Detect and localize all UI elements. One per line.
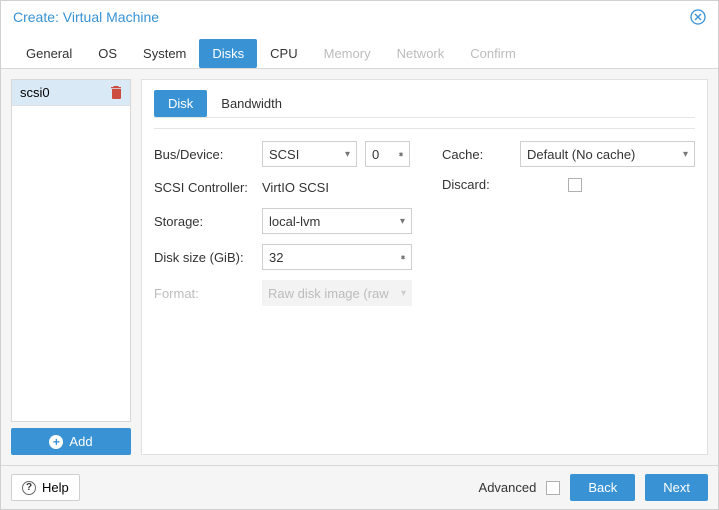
help-icon: ? — [22, 481, 36, 495]
tab-disks[interactable]: Disks — [199, 39, 257, 68]
add-button-label: Add — [69, 434, 92, 449]
tab-confirm: Confirm — [457, 39, 529, 68]
storage-select[interactable]: local-lvm ▾ — [262, 208, 412, 234]
discard-label: Discard: — [442, 177, 512, 192]
cache-value: Default (No cache) — [527, 147, 635, 162]
tab-network: Network — [384, 39, 458, 68]
bus-label: Bus/Device: — [154, 147, 254, 162]
storage-label: Storage: — [154, 214, 254, 229]
chevron-down-icon: ▾ — [345, 149, 350, 160]
plus-icon: + — [49, 435, 63, 449]
storage-value: local-lvm — [269, 214, 320, 229]
chevron-down-icon: ▾ — [400, 216, 405, 227]
chevron-down-icon: ▾ — [401, 288, 406, 299]
controller-value: VirtIO SCSI — [262, 177, 329, 198]
trash-icon[interactable] — [111, 86, 122, 99]
controller-label: SCSI Controller: — [154, 180, 254, 195]
chevron-down-icon: ▾ — [683, 149, 688, 160]
titlebar: Create: Virtual Machine — [1, 1, 718, 33]
discard-checkbox[interactable] — [568, 178, 582, 192]
size-input[interactable]: 32 ▴▾ — [262, 244, 412, 270]
size-label: Disk size (GiB): — [154, 250, 254, 265]
spinner-icon: ▴▾ — [399, 154, 403, 155]
format-value: Raw disk image (raw — [268, 286, 389, 301]
add-disk-button[interactable]: + Add — [11, 428, 131, 455]
close-icon[interactable] — [690, 9, 706, 25]
next-button[interactable]: Next — [645, 474, 708, 501]
divider — [154, 128, 695, 129]
advanced-checkbox[interactable] — [546, 481, 560, 495]
tab-general[interactable]: General — [13, 39, 85, 68]
back-button[interactable]: Back — [570, 474, 635, 501]
cache-select[interactable]: Default (No cache) ▾ — [520, 141, 695, 167]
wizard-tabs: General OS System Disks CPU Memory Netwo… — [1, 33, 718, 69]
subtabs: Disk Bandwidth — [154, 90, 695, 118]
bus-index-input[interactable]: 0 ▴▾ — [365, 141, 410, 167]
footer: ? Help Advanced Back Next — [1, 465, 718, 509]
main-pane: Disk Bandwidth Bus/Device: SCSI ▾ 0 ▴▾ — [141, 79, 708, 455]
subtab-disk[interactable]: Disk — [154, 90, 207, 117]
subtab-bandwidth[interactable]: Bandwidth — [207, 90, 296, 117]
tab-cpu[interactable]: CPU — [257, 39, 310, 68]
disk-list-item[interactable]: scsi0 — [12, 80, 130, 106]
disk-item-label: scsi0 — [20, 85, 50, 100]
format-select: Raw disk image (raw ▾ — [262, 280, 412, 306]
bus-index-value: 0 — [372, 147, 379, 162]
help-label: Help — [42, 480, 69, 495]
advanced-label: Advanced — [479, 480, 537, 495]
disk-list: scsi0 — [11, 79, 131, 422]
dialog-title: Create: Virtual Machine — [13, 9, 159, 25]
bus-select[interactable]: SCSI ▾ — [262, 141, 357, 167]
disk-form: Bus/Device: SCSI ▾ 0 ▴▾ SCSI Controller:… — [154, 141, 695, 306]
cache-label: Cache: — [442, 147, 512, 162]
tab-os[interactable]: OS — [85, 39, 130, 68]
help-button[interactable]: ? Help — [11, 474, 80, 501]
disk-sidepane: scsi0 + Add — [11, 79, 131, 455]
bus-value: SCSI — [269, 147, 299, 162]
tab-memory: Memory — [311, 39, 384, 68]
spinner-icon: ▴▾ — [401, 257, 405, 258]
tab-system[interactable]: System — [130, 39, 199, 68]
format-label: Format: — [154, 286, 254, 301]
size-value: 32 — [269, 250, 283, 265]
